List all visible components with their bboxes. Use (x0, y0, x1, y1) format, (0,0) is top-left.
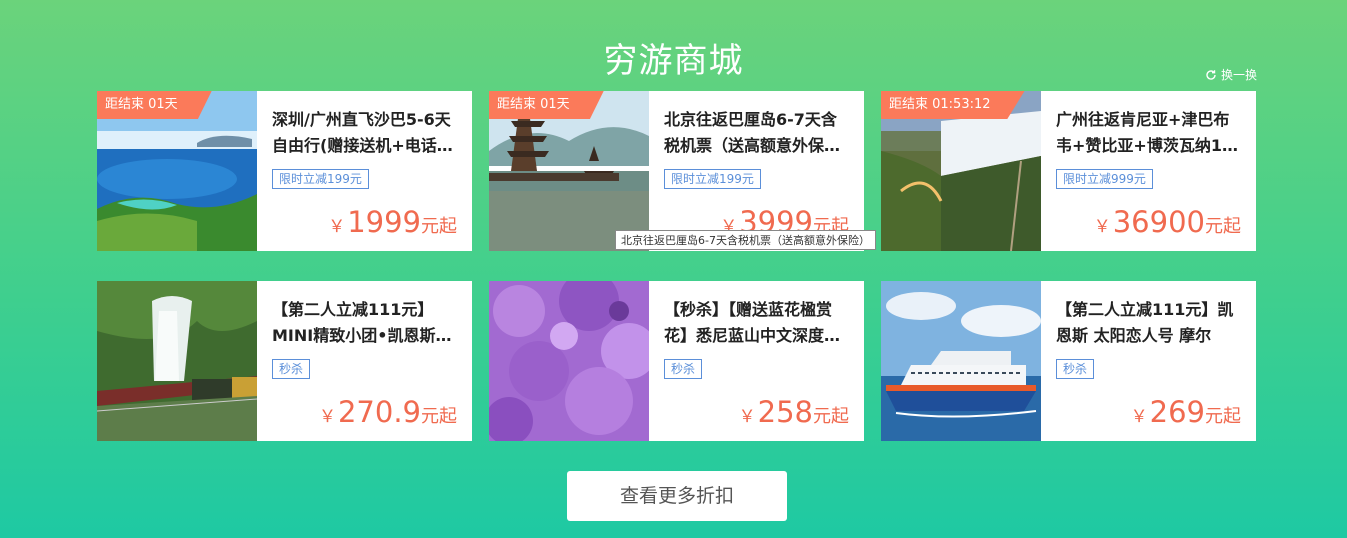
promo-tag: 限时立减999元 (1056, 169, 1153, 189)
price-value: 269 (1149, 395, 1205, 429)
promo-tag: 秒杀 (272, 359, 311, 379)
promo-tag: 秒杀 (664, 359, 703, 379)
refresh-label: 换一换 (1220, 68, 1257, 82)
currency-symbol: ￥ (1093, 217, 1111, 237)
product-card[interactable]: 【第二人立减111元】MINI精致小团•凯恩斯… 秒杀 ￥270.9元起 (97, 281, 472, 441)
product-price: ￥1999元起 (328, 205, 457, 239)
price-value: 36900 (1112, 205, 1205, 239)
price-unit: 元起 (421, 216, 457, 237)
product-price: ￥258元起 (739, 395, 849, 429)
product-price: ￥269元起 (1131, 395, 1241, 429)
product-card[interactable]: 【第二人立减111元】凯恩斯 太阳恋人号 摩尔外… 秒杀 ￥269元起 (881, 281, 1256, 441)
product-card[interactable]: 距结束 01天 深圳/广州直飞沙巴5-6天自由行(赠接送机+电话… 限时立减19… (97, 91, 472, 251)
countdown-badge: 距结束 01天 (489, 91, 604, 119)
countdown-badge: 距结束 01:53:12 (881, 91, 1025, 119)
price-value: 258 (757, 395, 813, 429)
product-image-sabah: 距结束 01天 (97, 91, 257, 251)
product-image-train-waterfall (97, 281, 257, 441)
product-name: 【第二人立减111元】凯恩斯 太阳恋人号 摩尔外… (1056, 300, 1234, 345)
product-price: ￥270.9元起 (319, 395, 457, 429)
product-card[interactable]: 距结束 01天 北京往返巴厘岛6-7天含税机票（送高额意外保… 限时立减199元… (489, 91, 864, 251)
product-name: 【秒杀】【赠送蓝花楹赏花】悉尼蓝山中文深度… (664, 300, 841, 345)
product-name: 广州往返肯尼亚+津巴布韦+赞比亚+博茨瓦纳1… (1056, 110, 1238, 155)
countdown-badge: 距结束 01天 (97, 91, 212, 119)
price-unit: 元起 (1205, 216, 1241, 237)
view-more-button[interactable]: 查看更多折扣 (567, 471, 787, 521)
price-unit: 元起 (1205, 406, 1241, 427)
currency-symbol: ￥ (318, 407, 336, 427)
product-price: ￥36900元起 (1094, 205, 1241, 239)
product-image-cruise-boat (881, 281, 1041, 441)
refresh-button[interactable]: 换一换 (1205, 66, 1257, 83)
promo-tag: 限时立减199元 (272, 169, 369, 189)
currency-symbol: ￥ (1130, 407, 1148, 427)
promo-tag: 限时立减199元 (664, 169, 761, 189)
product-image-jacaranda (489, 281, 649, 441)
product-image-bali: 距结束 01天 (489, 91, 649, 251)
product-name: 【第二人立减111元】MINI精致小团•凯恩斯… (272, 300, 452, 345)
refresh-icon (1206, 69, 1216, 80)
page-title: 穷游商城 (603, 41, 744, 81)
price-unit: 元起 (421, 406, 457, 427)
price-value: 270.9 (337, 395, 421, 429)
product-card[interactable]: 【秒杀】【赠送蓝花楹赏花】悉尼蓝山中文深度… 秒杀 ￥258元起 (489, 281, 864, 441)
price-value: 1999 (347, 205, 421, 239)
currency-symbol: ￥ (328, 217, 346, 237)
promo-tag: 秒杀 (1056, 359, 1095, 379)
hover-tooltip: 北京往返巴厘岛6-7天含税机票（送高额意外保险） (615, 230, 876, 250)
product-name: 北京往返巴厘岛6-7天含税机票（送高额意外保… (664, 110, 841, 155)
currency-symbol: ￥ (738, 407, 756, 427)
product-name: 深圳/广州直飞沙巴5-6天自由行(赠接送机+电话… (272, 110, 453, 155)
product-image-victoria-falls: 距结束 01:53:12 (881, 91, 1041, 251)
product-card[interactable]: 距结束 01:53:12 广州往返肯尼亚+津巴布韦+赞比亚+博茨瓦纳1… 限时立… (881, 91, 1256, 251)
price-unit: 元起 (813, 406, 849, 427)
